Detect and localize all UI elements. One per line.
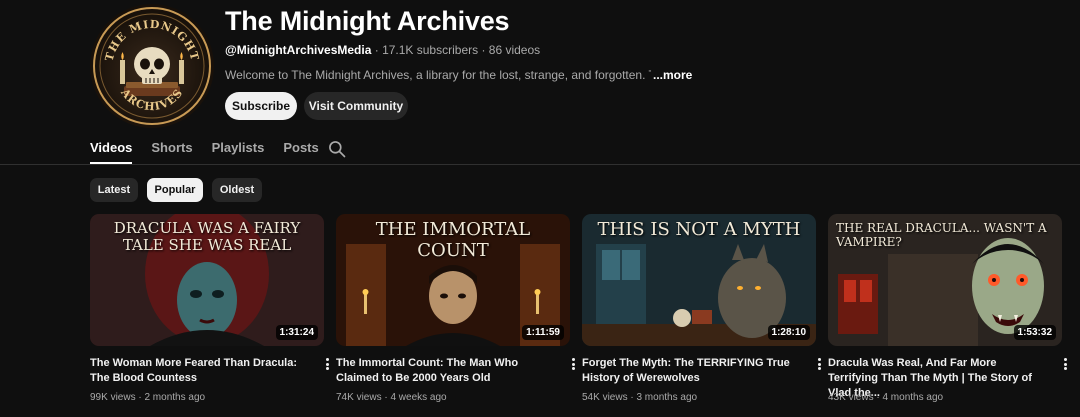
more-vert-icon[interactable] — [814, 356, 824, 372]
channel-avatar[interactable]: THE MIDNIGHT ARCHIVES — [90, 4, 214, 128]
video-card[interactable]: THE IMMORTAL COUNT 1:11:59 The Immortal … — [336, 214, 575, 403]
duration-badge: 1:28:10 — [767, 325, 810, 340]
channel-handle: @MidnightArchivesMedia — [225, 43, 372, 57]
chip-latest[interactable]: Latest — [90, 178, 138, 202]
video-meta: 74K views · 4 weeks ago — [336, 392, 447, 403]
description-text: Welcome to The Midnight Archives, a libr… — [225, 68, 685, 82]
channel-name: The Midnight Archives — [225, 6, 510, 36]
view-count: 99K views — [90, 392, 136, 403]
more-vert-icon[interactable] — [322, 356, 332, 372]
skull-logo-icon: THE MIDNIGHT ARCHIVES — [93, 7, 211, 125]
duration-badge: 1:31:24 — [275, 325, 318, 340]
video-title[interactable]: Forget The Myth: The TERRIFYING True His… — [582, 356, 798, 386]
view-count: 43K views — [828, 392, 874, 403]
video-meta: 99K views · 2 months ago — [90, 392, 205, 403]
tab-posts[interactable]: Posts — [283, 134, 318, 164]
thumbnail-text: THE REAL DRACULA... WASN'T A VAMPIRE? — [836, 221, 1047, 249]
video-thumbnail[interactable]: THIS IS NOT A MYTH 1:28:10 — [582, 214, 816, 346]
more-vert-icon[interactable] — [568, 356, 578, 372]
visit-community-button[interactable]: Visit Community — [304, 92, 408, 120]
tab-videos[interactable]: Videos — [90, 134, 133, 164]
duration-badge: 1:53:32 — [1013, 325, 1056, 340]
chip-popular[interactable]: Popular — [147, 178, 203, 202]
channel-description[interactable]: Welcome to The Midnight Archives, a libr… — [225, 68, 685, 82]
chip-oldest[interactable]: Oldest — [212, 178, 262, 202]
video-thumbnail[interactable]: THE REAL DRACULA... WASN'T A VAMPIRE? 1:… — [828, 214, 1062, 346]
video-count: 86 videos — [488, 43, 541, 57]
video-card[interactable]: DRACULA WAS A FAIRY TALE SHE WAS REAL 1:… — [90, 214, 329, 403]
meta-separator: · — [371, 43, 383, 57]
thumbnail-text: THIS IS NOT A MYTH — [597, 219, 801, 240]
tabs-divider — [0, 164, 1080, 165]
tab-playlists[interactable]: Playlists — [212, 134, 265, 164]
video-card[interactable]: THE REAL DRACULA... WASN'T A VAMPIRE? 1:… — [828, 214, 1067, 403]
duration-badge: 1:11:59 — [522, 325, 564, 340]
upload-age: 4 weeks ago — [390, 392, 447, 403]
thumbnail-text: DRACULA WAS A FAIRY TALE SHE WAS REAL — [113, 219, 301, 255]
tab-shorts[interactable]: Shorts — [151, 134, 192, 164]
more-vert-icon[interactable] — [1060, 356, 1070, 372]
video-thumbnail[interactable]: THE IMMORTAL COUNT 1:11:59 — [336, 214, 570, 346]
more-link[interactable]: ...more — [651, 68, 693, 82]
video-meta: 43K views · 4 months ago — [828, 392, 943, 403]
video-meta: 54K views · 3 months ago — [582, 392, 697, 403]
upload-age: 4 months ago — [882, 392, 944, 403]
subscribe-button[interactable]: Subscribe — [225, 92, 297, 120]
view-count: 74K views — [336, 392, 382, 403]
upload-age: 3 months ago — [636, 392, 698, 403]
upload-age: 2 months ago — [144, 392, 206, 403]
video-title[interactable]: The Woman More Feared Than Dracula: The … — [90, 356, 306, 386]
video-card[interactable]: THIS IS NOT A MYTH 1:28:10 Forget The My… — [582, 214, 821, 403]
video-title[interactable]: The Immortal Count: The Man Who Claimed … — [336, 356, 552, 386]
thumbnail-text: THE IMMORTAL COUNT — [375, 219, 531, 261]
meta-separator: · — [478, 43, 489, 57]
view-count: 54K views — [582, 392, 628, 403]
channel-meta: @MidnightArchivesMedia · 17.1K subscribe… — [225, 43, 540, 57]
subscriber-count: 17.1K subscribers — [382, 43, 479, 57]
video-thumbnail[interactable]: DRACULA WAS A FAIRY TALE SHE WAS REAL 1:… — [90, 214, 324, 346]
channel-tabs: Videos Shorts Playlists Posts — [90, 134, 338, 164]
search-icon[interactable] — [327, 139, 347, 159]
